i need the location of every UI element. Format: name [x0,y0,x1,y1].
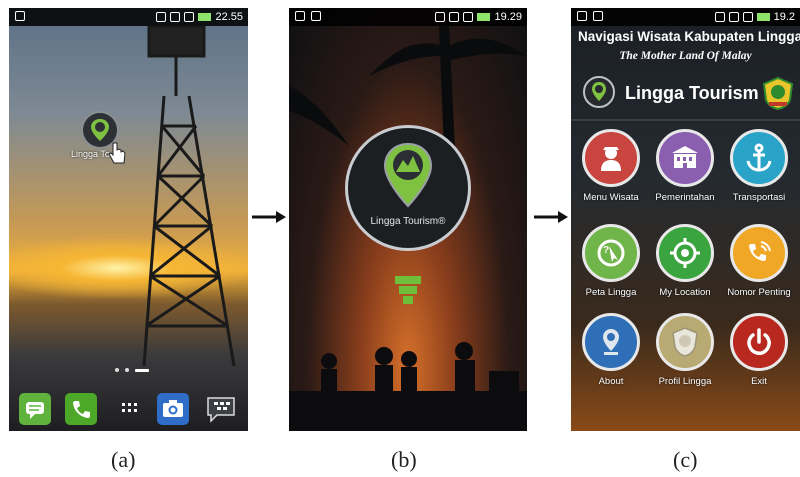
pemerintahan-button[interactable]: Pemerintahan [647,129,723,203]
caption-b: (b) [391,447,417,472]
phone-icon[interactable] [65,393,97,425]
menu-label: Nomor Penting [727,287,791,298]
notification-icon [577,11,587,21]
battery-icon [198,13,212,21]
phone-home-screen: 22.55 Lingga To [9,8,248,431]
transportasi-button[interactable]: Transportasi [721,129,797,203]
brand-header: Lingga Tourism [571,74,800,114]
header-divider [571,119,800,121]
exit-button[interactable]: Exit [721,313,797,387]
menu-label: Pemerintahan [655,192,715,203]
caption-c: (c) [673,447,698,472]
anchor-icon [746,143,772,172]
page-indicator [115,368,149,372]
battery-icon [477,13,491,21]
app-title: Navigasi Wisata Kabupaten Lingga [578,29,800,44]
power-icon [747,328,771,355]
notification-icon [15,11,25,21]
menu-label: Exit [751,376,767,387]
alarm-icon [449,12,460,22]
nomor-penting-icon-circle [730,224,788,282]
phone-call-icon [749,241,771,261]
notification-icon [295,11,305,21]
app-icon-label: Lingga To [71,149,110,159]
people-silhouette [289,342,527,431]
status-time: 19.29 [494,11,522,23]
map-pin-logo-icon [383,142,433,208]
nomor-penting-button[interactable]: Nomor Penting [721,224,797,298]
peta-lingga-icon-circle: ? [582,224,640,282]
messages-icon[interactable] [19,393,51,425]
exit-icon-circle [730,313,788,371]
my-location-button[interactable]: My Location [647,224,723,298]
tower-silhouette [142,26,236,366]
bbm-notification-icon [311,11,321,21]
about-icon-circle [582,313,640,371]
menu-wisata-icon-circle [582,129,640,187]
splash-label: Lingga Tourism® [370,216,446,227]
vibrate-icon [435,12,446,22]
menu-label: Profil Lingga [658,376,712,387]
alarm-icon [728,12,739,22]
menu-label: Menu Wisata [583,192,639,203]
about-logo-icon [603,329,619,355]
app-subtitle: The Mother Land Of Malay [619,50,752,62]
bbm-notification-icon [593,11,603,21]
camera-icon[interactable] [157,393,189,425]
pemerintahan-icon-circle [656,129,714,187]
signal-icon [184,12,195,22]
status-bar: 19.29 [289,8,527,26]
vibrate-icon [156,12,167,22]
menu-label: Transportasi [732,192,786,203]
brand-name: Lingga Tourism [625,83,759,103]
battery-icon [756,13,770,21]
alarm-icon [170,12,181,22]
dock-bar [9,387,248,431]
svg-text:?: ? [603,245,609,256]
profil-lingga-button[interactable]: Profil Lingga [647,313,723,387]
location-target-icon [670,238,700,268]
tourist-icon [601,147,621,171]
government-building-icon [672,146,698,168]
my-location-icon-circle [656,224,714,282]
menu-label: My Location [659,287,711,298]
signal-icon [463,12,474,22]
brand-logo-icon [583,76,615,108]
emblem-icon [672,327,698,357]
about-button[interactable]: About [573,313,649,387]
apps-icon[interactable] [113,393,145,425]
peta-lingga-button[interactable]: ? Peta Lingga [573,224,649,298]
splash-logo: Lingga Tourism® [345,125,471,251]
status-time: 19.2 [773,11,795,23]
menu-label: Peta Lingga [585,287,637,298]
map-icon: ? [597,239,625,267]
transportasi-icon-circle [730,129,788,187]
signal-icon [742,12,753,22]
menu-label: About [598,376,624,387]
regency-emblem-icon [762,76,794,110]
status-bar: 22.55 [9,8,248,26]
tap-cursor-icon [108,142,126,164]
vibrate-icon [714,12,725,22]
arrow-right-icon [534,211,568,223]
arrow-right-icon [252,211,286,223]
phone-main-menu: 19.2 Navigasi Wisata Kabupaten Lingga Th… [571,8,800,431]
bbm-icon[interactable] [203,393,235,425]
menu-wisata-button[interactable]: Menu Wisata [573,129,649,203]
loading-indicator [395,276,421,304]
caption-a: (a) [111,447,136,472]
status-time: 22.55 [215,11,243,23]
profil-lingga-icon-circle [656,313,714,371]
status-bar: 19.2 [571,8,800,26]
phone-splash-screen: 19.29 Lingga Tourism® [289,8,527,431]
